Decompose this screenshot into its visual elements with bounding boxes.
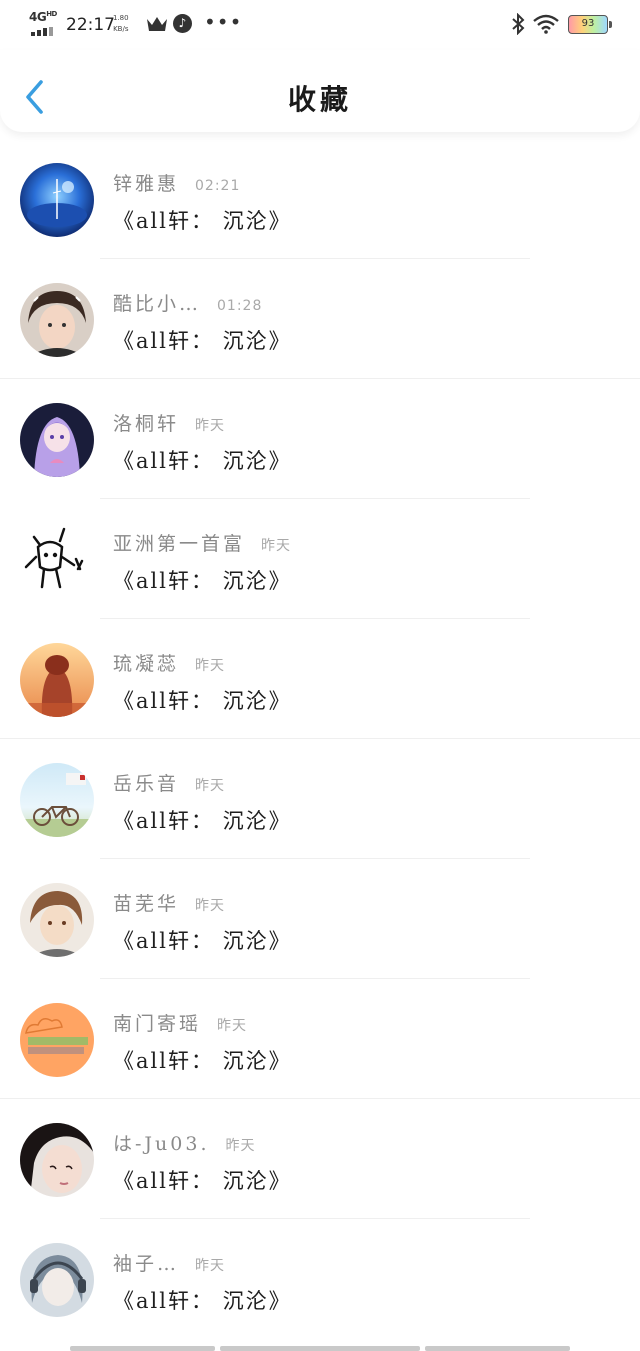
more-dots-icon: ••• [204,10,243,34]
avatar [20,523,94,597]
item-title: 《all轩： 沉沦》 [113,209,292,233]
battery-icon: 93 [568,15,612,34]
item-time: 昨天 [195,658,226,674]
scroll-indicator [70,1346,570,1351]
list-item[interactable]: は-Ju03. 昨天 《all轩： 沉沦》 [0,1099,640,1219]
item-time: 昨天 [195,898,226,914]
avatar [20,283,94,357]
status-bar: 4GHD 22:17 1.80 KB/s ♪ ••• 93 [0,0,640,50]
network-indicator: 4GHD [29,10,59,36]
avatar [20,1003,94,1077]
speed-unit: KB/s [113,25,129,33]
list-item[interactable]: 袖子… 昨天 《all轩： 沉沦》 [0,1219,640,1339]
item-name: は-Ju03. [113,1133,210,1155]
item-name: 南门寄瑶 [113,1013,202,1035]
network-hd-label: HD [46,10,57,18]
favorites-list: 锌雅惠 02:21 《all轩： 沉沦》 酷比小… 01:28 《all轩： 沉沦》… [0,139,640,1339]
list-item[interactable]: 亚洲第一首富 昨天 《all轩： 沉沦》 [0,499,640,619]
item-title: 《all轩： 沉沦》 [113,1289,292,1313]
item-title: 《all轩： 沉沦》 [113,329,292,353]
item-title: 《all轩： 沉沦》 [113,1169,292,1193]
item-time: 昨天 [217,1018,248,1034]
avatar [20,403,94,477]
network-speed: 1.80 KB/s [113,13,129,35]
list-item[interactable]: 岳乐音 昨天 《all轩： 沉沦》 [0,739,640,859]
bluetooth-icon [512,13,525,35]
page-title: 收藏 [287,83,352,116]
battery-level: 93 [581,18,595,29]
avatar [20,163,94,237]
network-label: 4G [29,10,47,24]
item-title: 《all轩： 沉沦》 [113,809,292,833]
list-item[interactable]: 琉凝蕊 昨天 《all轩： 沉沦》 [0,619,640,739]
item-time: 昨天 [261,538,292,554]
item-time: 01:28 [217,298,263,314]
list-item[interactable]: 锌雅惠 02:21 《all轩： 沉沦》 [0,139,640,259]
item-name: 亚洲第一首富 [113,533,246,555]
item-name: 琉凝蕊 [113,653,180,675]
item-time: 昨天 [225,1138,256,1154]
avatar [20,763,94,837]
list-item[interactable]: 洛桐轩 昨天 《all轩： 沉沦》 [0,379,640,499]
item-name: 酷比小… [113,293,202,315]
item-time: 昨天 [195,1258,226,1274]
wifi-icon [533,14,559,34]
list-item[interactable]: 苗芜华 昨天 《all轩： 沉沦》 [0,859,640,979]
item-time: 昨天 [195,778,226,794]
status-time: 22:17 [66,15,115,35]
list-item[interactable]: 酷比小… 01:28 《all轩： 沉沦》 [0,259,640,379]
avatar [20,883,94,957]
music-icon: ♪ [173,14,192,33]
signal-icon [31,27,53,36]
item-name: 岳乐音 [113,773,180,795]
avatar [20,1243,94,1317]
avatar [20,643,94,717]
item-name: 袖子… [113,1253,180,1275]
list-item[interactable]: 南门寄瑶 昨天 《all轩： 沉沦》 [0,979,640,1099]
crown-icon [147,17,167,31]
item-time: 昨天 [195,418,226,434]
header: 收藏 [0,50,640,132]
item-name: 苗芜华 [113,893,180,915]
item-title: 《all轩： 沉沦》 [113,449,292,473]
item-title: 《all轩： 沉沦》 [113,929,292,953]
speed-value: 1.80 [113,14,129,22]
item-title: 《all轩： 沉沦》 [113,1049,292,1073]
item-time: 02:21 [195,178,241,194]
item-title: 《all轩： 沉沦》 [113,689,292,713]
item-title: 《all轩： 沉沦》 [113,569,292,593]
item-name: 锌雅惠 [113,173,180,195]
item-name: 洛桐轩 [113,413,180,435]
avatar [20,1123,94,1197]
